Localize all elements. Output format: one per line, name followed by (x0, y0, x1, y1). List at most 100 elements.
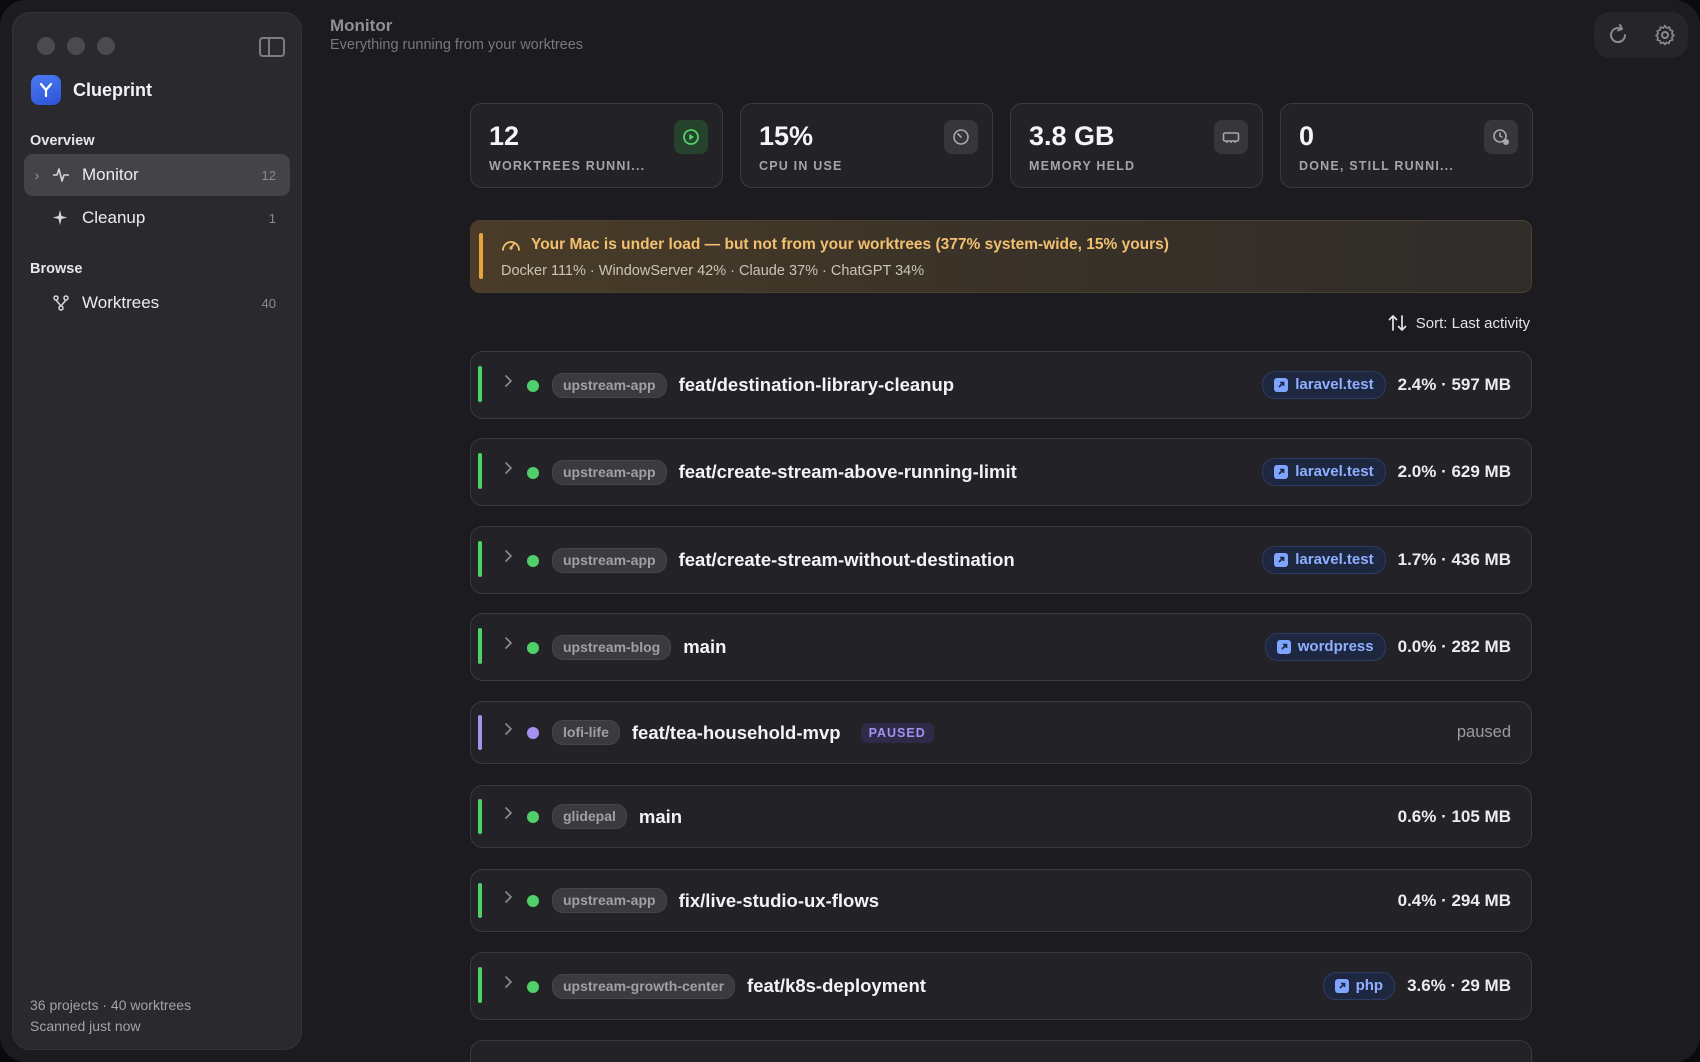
stat-value: 0 (1299, 121, 1315, 151)
section-label-overview: Overview (30, 133, 95, 149)
stat-label: CPU IN USE (759, 159, 843, 173)
worktree-row[interactable]: upstream-app fix/live-studio-ux-flows 0.… (470, 869, 1532, 932)
warning-detail: Docker 111% · WindowServer 42% · Claude … (501, 263, 925, 279)
chevron-right-icon[interactable] (503, 806, 513, 825)
worktree-row-partial[interactable] (470, 1040, 1532, 1062)
resource-metrics: 0.4% · 294 MB (1397, 890, 1511, 910)
project-tag: upstream-app (552, 547, 667, 573)
worktree-row[interactable]: upstream-app feat/create-stream-without-… (470, 526, 1532, 594)
stat-card-memory: 3.8 GB MEMORY HELD (1010, 103, 1263, 188)
running-status-dot (527, 380, 539, 392)
gauge-icon (944, 120, 978, 154)
refresh-icon[interactable] (1606, 23, 1630, 47)
zoom-window-button[interactable] (97, 37, 115, 55)
sidebar-item-label: Monitor (82, 165, 139, 184)
site-link-label: wordpress (1297, 638, 1374, 655)
clock-alert-icon (1484, 120, 1518, 154)
clueprint-logo-icon (31, 75, 61, 105)
scan-status: Scanned just now (30, 1018, 141, 1034)
site-link[interactable]: laravel.test (1262, 371, 1386, 399)
stats-row: 12 WORKTREES RUNNI... 15% CPU IN USE 3.8… (470, 103, 1533, 188)
sort-control[interactable]: Sort: Last activity (1388, 314, 1530, 332)
resource-metrics: 3.6% · 29 MB (1407, 976, 1511, 995)
stat-card-done-still-running: 0 DONE, STILL RUNNI... (1280, 103, 1533, 188)
worktree-row[interactable]: lofi-life feat/tea-household-mvp PAUSED … (470, 701, 1532, 764)
gear-icon[interactable] (1653, 23, 1677, 47)
branch-name: fix/live-studio-ux-flows (678, 889, 880, 911)
worktree-row[interactable]: upstream-app feat/destination-library-cl… (470, 351, 1532, 419)
sidebar-item-count: 12 (261, 167, 276, 183)
resource-metrics: 2.4% · 597 MB (1397, 375, 1511, 394)
site-link[interactable]: php (1322, 972, 1396, 1000)
sidebar-item-count: 1 (268, 210, 276, 226)
worktree-row[interactable]: upstream-app feat/create-stream-above-ru… (470, 438, 1532, 506)
window-controls (37, 37, 115, 55)
worktree-row[interactable]: upstream-growth-center feat/k8s-deployme… (470, 952, 1532, 1020)
chevron-right-icon[interactable]: › (24, 167, 46, 183)
site-link[interactable]: laravel.test (1262, 546, 1386, 574)
load-warning-banner: Your Mac is under load — but not from yo… (470, 220, 1532, 293)
status-accent-bar (478, 799, 482, 834)
sidebar-item-monitor[interactable]: › Monitor 12 (24, 154, 290, 196)
status-accent-bar (478, 967, 482, 1003)
app-name: Clueprint (73, 79, 152, 100)
project-tag: upstream-blog (552, 634, 672, 660)
sidebar-item-label: Cleanup (82, 208, 146, 227)
site-link-label: php (1355, 977, 1384, 994)
running-status-dot (527, 981, 539, 993)
branch-name: main (638, 805, 683, 827)
memory-icon (1214, 120, 1248, 154)
site-link[interactable]: laravel.test (1262, 458, 1386, 486)
paused-badge: PAUSED (860, 722, 934, 743)
chevron-right-icon[interactable] (503, 975, 513, 994)
play-circle-icon (674, 120, 708, 154)
status-accent-bar (478, 453, 482, 489)
site-link-label: laravel.test (1295, 376, 1374, 393)
sort-arrows-icon (1388, 314, 1408, 332)
site-link-label: laravel.test (1295, 551, 1374, 568)
chevron-right-icon[interactable] (503, 374, 513, 393)
status-accent-bar (478, 883, 482, 918)
branch-name: feat/create-stream-above-running-limit (678, 461, 1017, 482)
toolbar (1594, 12, 1688, 58)
stat-label: MEMORY HELD (1029, 159, 1136, 173)
chevron-right-icon[interactable] (503, 461, 513, 480)
external-link-icon (1274, 464, 1289, 479)
external-link-icon (1274, 552, 1289, 567)
minimize-window-button[interactable] (67, 37, 85, 55)
status-accent-bar (478, 715, 482, 750)
status-accent-bar (478, 628, 482, 664)
chevron-right-icon[interactable] (503, 549, 513, 568)
close-window-button[interactable] (37, 37, 55, 55)
branch-name: feat/k8s-deployment (747, 975, 926, 996)
sidebar-toggle-icon[interactable] (259, 37, 285, 57)
sidebar-item-label: Worktrees (82, 293, 160, 312)
sidebar-item-count: 40 (261, 295, 276, 311)
sparkle-icon (46, 209, 76, 227)
project-tag: glidepal (552, 804, 627, 829)
external-link-icon (1334, 978, 1349, 993)
external-link-icon (1274, 377, 1289, 392)
stat-value: 3.8 GB (1029, 121, 1115, 151)
running-status-dot (527, 467, 539, 479)
sidebar-item-cleanup[interactable]: Cleanup 1 (24, 197, 290, 239)
project-tag: upstream-app (552, 888, 667, 913)
external-link-icon (1276, 639, 1291, 654)
site-link[interactable]: wordpress (1264, 633, 1386, 661)
branch-name: feat/create-stream-without-destination (678, 549, 1015, 570)
sidebar-item-worktrees[interactable]: Worktrees 40 (24, 282, 290, 324)
stat-value: 12 (489, 121, 520, 151)
section-label-browse: Browse (30, 261, 83, 277)
chevron-right-icon[interactable] (503, 890, 513, 909)
resource-metrics: 1.7% · 436 MB (1397, 550, 1511, 569)
stat-label: WORKTREES RUNNI... (489, 159, 646, 173)
page-subtitle: Everything running from your worktrees (330, 37, 584, 53)
chevron-right-icon[interactable] (503, 636, 513, 655)
brand: Clueprint (31, 75, 152, 105)
branch-name: feat/destination-library-cleanup (678, 374, 955, 395)
worktree-row[interactable]: upstream-blog main wordpress 0.0% · 282 … (470, 613, 1532, 681)
resource-metrics: 2.0% · 629 MB (1397, 462, 1511, 481)
worktree-row[interactable]: glidepal main 0.6% · 105 MB (470, 785, 1532, 848)
branch-name: main (683, 636, 727, 657)
chevron-right-icon[interactable] (503, 722, 513, 741)
